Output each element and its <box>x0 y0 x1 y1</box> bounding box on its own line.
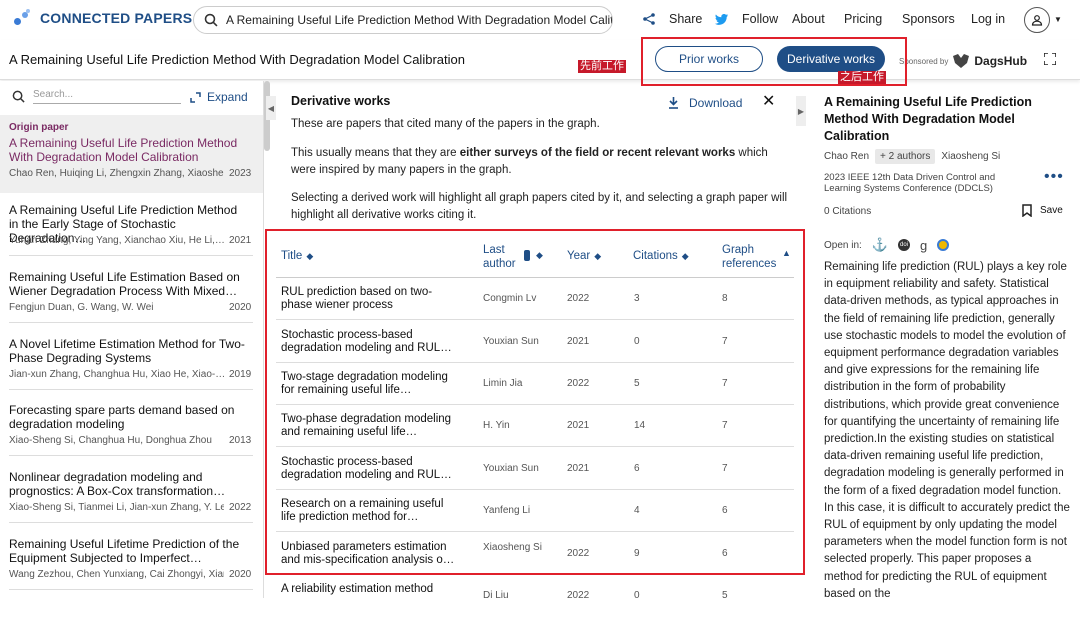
logo-icon <box>14 9 32 27</box>
expand-icon <box>190 91 201 103</box>
share-label: Share <box>669 12 703 26</box>
item-year: 2021 <box>229 235 252 246</box>
twitter-icon <box>715 13 728 25</box>
follow-label: Follow <box>742 12 779 26</box>
about-link[interactable]: About <box>792 12 825 26</box>
cell-citations: 0 <box>634 590 640 601</box>
item-title: A Novel Lifetime Estimation Method for T… <box>9 337 245 365</box>
prior-works-annotation: 先前工作 <box>578 60 626 73</box>
author-link[interactable]: Xiaosheng Si <box>941 151 1000 162</box>
user-icon <box>1031 15 1043 26</box>
origin-year: 2023 <box>229 168 252 179</box>
origin-paper-item[interactable]: Origin paper A Remaining Useful Life Pre… <box>0 115 263 193</box>
google-scholar-icon[interactable]: g <box>920 238 927 253</box>
app-name: CONNECTED PAPERS <box>40 10 193 26</box>
sponsor-name: DagsHub <box>974 54 1028 68</box>
save-label: Save <box>1040 205 1063 216</box>
save-button[interactable]: Save <box>1022 204 1063 217</box>
item-authors: Jian-xun Zhang, Changhua Hu, Xiao He, Xi… <box>9 369 224 380</box>
origin-authors: Chao Ren, Huiqing Li, Zhengxin Zhang, Xi… <box>9 168 224 179</box>
item-year: 2020 <box>229 569 252 580</box>
search-value: A Remaining Useful Life Prediction Metho… <box>225 13 612 27</box>
expand-label: Expand <box>207 90 248 104</box>
pricing-link[interactable]: Pricing <box>844 12 882 26</box>
divider <box>9 389 253 390</box>
search-icon <box>12 90 25 103</box>
follow-link[interactable]: Follow <box>715 12 778 26</box>
description-text: These are papers that cited many of the … <box>291 118 600 130</box>
detail-title[interactable]: A Remaining Useful Life Prediction Metho… <box>824 94 1044 145</box>
more-options-icon[interactable]: ••• <box>1044 168 1064 186</box>
download-label: Download <box>689 96 743 110</box>
dagshub-logo-icon <box>953 54 970 68</box>
download-icon <box>669 97 678 109</box>
close-icon[interactable]: ✕ <box>762 91 775 111</box>
divider <box>9 522 253 523</box>
item-title: Remaining Useful Lifetime Prediction of … <box>9 537 240 565</box>
expand-button[interactable]: Expand <box>190 90 248 104</box>
divider <box>9 455 253 456</box>
list-search-input[interactable]: Search... <box>33 89 181 104</box>
cell-refs: 5 <box>722 590 728 601</box>
download-button[interactable]: Download <box>668 96 742 110</box>
top-navbar: CONNECTED PAPERS A Remaining Useful Life… <box>0 0 1080 40</box>
item-title: Remaining Useful Life Estimation Based o… <box>9 270 240 298</box>
item-authors: Xiao-Sheng Si, Changhua Hu, Donghua Zhou <box>9 435 212 446</box>
detail-authors: Chao Ren + 2 authors Xiaosheng Si <box>824 149 1000 164</box>
item-title: Forecasting spare parts demand based on … <box>9 403 235 431</box>
more-authors-chip[interactable]: + 2 authors <box>875 149 936 164</box>
table-row[interactable]: A reliability estimation method Di Liu 2… <box>276 576 794 618</box>
origin-title: A Remaining Useful Life Prediction Metho… <box>9 136 238 164</box>
author-link[interactable]: Chao Ren <box>824 151 869 162</box>
sponsors-link[interactable]: Sponsors <box>902 12 955 26</box>
paper-list-panel: Search... Expand Origin paper A Remainin… <box>0 81 264 598</box>
search-input[interactable]: A Remaining Useful Life Prediction Metho… <box>193 6 613 34</box>
paper-header-bar: A Remaining Useful Life Prediction Metho… <box>0 40 1080 80</box>
pdf-icon[interactable] <box>937 239 950 251</box>
item-year: 2013 <box>229 435 252 446</box>
cell-author: Di Liu <box>483 590 509 601</box>
item-year: 2019 <box>229 369 252 380</box>
divider <box>9 255 253 256</box>
detail-citations: 0 Citations <box>824 206 872 217</box>
divider <box>9 322 253 323</box>
item-year: 2022 <box>229 502 252 513</box>
description-text: This usually means that they are either … <box>291 147 768 176</box>
item-authors: Wang Zezhou, Chen Yunxiang, Cai Zhongyi,… <box>9 569 224 580</box>
list-search[interactable]: Search... <box>12 89 181 104</box>
divider <box>9 589 253 590</box>
abstract-text: Remaining life prediction (RUL) plays a … <box>824 261 1070 600</box>
page-title: A Remaining Useful Life Prediction Metho… <box>9 52 465 67</box>
cell-title: A reliability estimation method <box>281 583 434 595</box>
open-in-label: Open in: <box>824 239 862 251</box>
share-link[interactable]: Share <box>643 12 702 26</box>
table-highlight-annotation <box>265 229 805 575</box>
collapse-right-icon[interactable]: ▶ <box>796 96 806 126</box>
user-menu-button[interactable] <box>1024 7 1050 33</box>
item-authors: Fengjun Duan, G. Wang, W. Wei <box>9 302 154 313</box>
cell-year: 2022 <box>567 590 590 601</box>
item-authors: Yuhan Zhang, Ying Yang, Xianchao Xiu, He… <box>9 235 224 246</box>
item-year: 2020 <box>229 302 252 313</box>
semantic-scholar-icon[interactable]: ⚓ <box>872 237 888 253</box>
description-text: Selecting a derived work will highlight … <box>291 192 788 221</box>
app-logo[interactable]: CONNECTED PAPERS <box>14 9 192 27</box>
bookmark-icon <box>1022 204 1032 217</box>
detail-venue: 2023 IEEE 12th Data Driven Control and L… <box>824 172 996 194</box>
caret-down-icon[interactable]: ▼ <box>1054 15 1062 24</box>
login-link[interactable]: Log in <box>971 12 1005 26</box>
sponsor-badge[interactable]: Sponsored by DagsHub <box>899 54 1027 68</box>
open-in-row: Open in: ⚓ doi g <box>824 237 950 253</box>
share-icon <box>643 13 655 25</box>
derivative-works-annotation: 之后工作 <box>838 71 886 84</box>
doi-icon[interactable]: doi <box>898 239 910 251</box>
item-title: Nonlinear degradation modeling and progn… <box>9 470 226 498</box>
fullscreen-icon[interactable] <box>1044 53 1056 65</box>
derivative-works-title: Derivative works <box>291 94 391 108</box>
collapse-left-icon[interactable]: ◀ <box>266 96 276 120</box>
search-icon <box>204 13 218 27</box>
origin-label: Origin paper <box>9 122 69 133</box>
item-authors: Xiao-Sheng Si, Tianmei Li, Jian-xun Zhan… <box>9 502 224 513</box>
